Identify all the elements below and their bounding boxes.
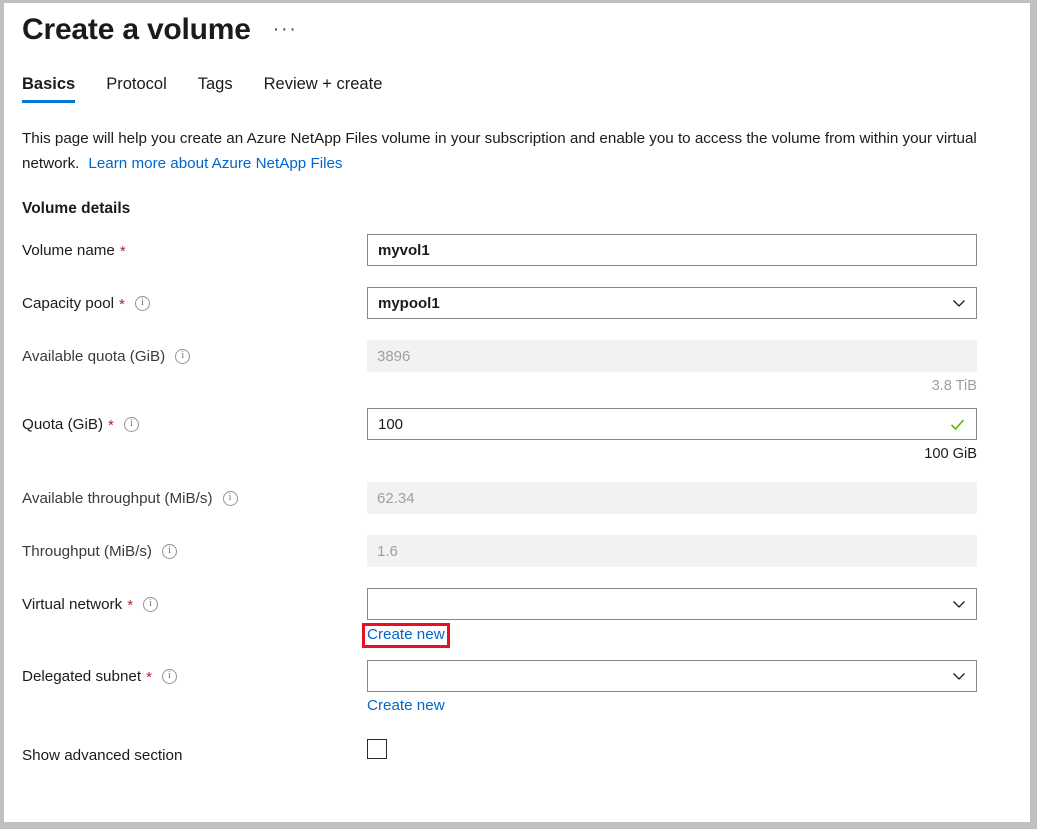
field-cell-virtual-network: Create new xyxy=(367,588,977,648)
field-row-available-quota: Available quota (GiB) i 3896 3.8 TiB xyxy=(22,340,1030,394)
field-cell-quota: 100 100 GiB xyxy=(367,408,977,462)
blade-header: Create a volume ··· xyxy=(22,3,1030,47)
info-glyph: i xyxy=(168,546,171,556)
field-cell-delegated-subnet: Create new xyxy=(367,660,977,715)
field-row-quota: Quota (GiB) * i 100 100 GiB xyxy=(22,408,1030,462)
field-row-available-throughput: Available throughput (MiB/s) i 62.34 xyxy=(22,482,1030,514)
label-text: Capacity pool xyxy=(22,295,114,312)
portal-window: Create a volume ··· Basics Protocol Tags… xyxy=(0,0,1037,829)
label-text: Throughput (MiB/s) xyxy=(22,543,152,560)
label-text: Delegated subnet xyxy=(22,668,141,685)
info-icon[interactable]: i xyxy=(175,349,190,364)
info-glyph: i xyxy=(181,351,184,361)
chevron-down-icon[interactable] xyxy=(952,597,966,611)
tab-review-create[interactable]: Review + create xyxy=(264,75,383,103)
required-asterisk: * xyxy=(127,598,133,613)
section-heading-volume-details: Volume details xyxy=(22,200,1030,218)
info-glyph: i xyxy=(141,298,144,308)
required-asterisk: * xyxy=(108,418,114,433)
check-icon xyxy=(949,416,966,433)
volume-details-form: Volume name * myvol1 Capacity pool * i m… xyxy=(22,234,1030,771)
field-cell-volume-name: myvol1 xyxy=(367,234,977,266)
required-asterisk: * xyxy=(146,670,152,685)
volume-name-value: myvol1 xyxy=(378,242,430,259)
field-row-volume-name: Volume name * myvol1 xyxy=(22,234,1030,266)
virtual-network-create-new-highlight: Create new xyxy=(362,623,450,648)
capacity-pool-dropdown[interactable]: mypool1 xyxy=(367,287,977,319)
label-virtual-network: Virtual network * i xyxy=(22,588,367,620)
virtual-network-dropdown[interactable] xyxy=(367,588,977,620)
tab-basics[interactable]: Basics xyxy=(22,75,75,103)
delegated-subnet-create-new-link[interactable]: Create new xyxy=(367,697,445,714)
field-row-delegated-subnet: Delegated subnet * i Create new xyxy=(22,660,1030,715)
info-glyph: i xyxy=(130,419,133,429)
quota-hint: 100 GiB xyxy=(367,446,977,462)
required-asterisk: * xyxy=(120,244,126,259)
available-quota-value: 3896 xyxy=(377,348,410,365)
info-glyph: i xyxy=(149,599,152,609)
chevron-down-icon[interactable] xyxy=(952,669,966,683)
label-capacity-pool: Capacity pool * i xyxy=(22,287,367,319)
available-throughput-value: 62.34 xyxy=(377,490,415,507)
field-cell-throughput: 1.6 xyxy=(367,535,977,567)
field-row-capacity-pool: Capacity pool * i mypool1 xyxy=(22,287,1030,319)
field-cell-available-quota: 3896 3.8 TiB xyxy=(367,340,977,394)
blade-description: This page will help you create an Azure … xyxy=(22,127,1002,176)
volume-name-input[interactable]: myvol1 xyxy=(367,234,977,266)
field-row-virtual-network: Virtual network * i Create new xyxy=(22,588,1030,648)
label-available-quota: Available quota (GiB) i xyxy=(22,340,367,372)
page-title: Create a volume xyxy=(22,13,251,47)
field-row-throughput: Throughput (MiB/s) i 1.6 xyxy=(22,535,1030,567)
show-advanced-checkbox[interactable] xyxy=(367,739,387,759)
learn-more-link[interactable]: Learn more about Azure NetApp Files xyxy=(88,155,342,172)
info-glyph: i xyxy=(229,493,232,503)
field-cell-capacity-pool: mypool1 xyxy=(367,287,977,319)
more-options-icon[interactable]: ··· xyxy=(273,20,298,39)
field-row-show-advanced: Show advanced section xyxy=(22,739,1030,771)
virtual-network-create-new-link[interactable]: Create new xyxy=(367,626,445,643)
label-text: Quota (GiB) xyxy=(22,416,103,433)
label-text: Available quota (GiB) xyxy=(22,348,165,365)
label-throughput: Throughput (MiB/s) i xyxy=(22,535,367,567)
info-icon[interactable]: i xyxy=(223,491,238,506)
available-quota-input: 3896 xyxy=(367,340,977,372)
tab-tags[interactable]: Tags xyxy=(198,75,233,103)
label-quota: Quota (GiB) * i xyxy=(22,408,367,440)
field-cell-show-advanced xyxy=(367,739,977,759)
label-text: Show advanced section xyxy=(22,747,182,764)
info-icon[interactable]: i xyxy=(124,417,139,432)
info-glyph: i xyxy=(168,671,171,681)
throughput-input: 1.6 xyxy=(367,535,977,567)
label-show-advanced: Show advanced section xyxy=(22,739,367,771)
throughput-value: 1.6 xyxy=(377,543,398,560)
label-volume-name: Volume name * xyxy=(22,234,367,266)
quota-value: 100 xyxy=(378,416,403,433)
capacity-pool-value: mypool1 xyxy=(378,295,440,312)
tab-protocol[interactable]: Protocol xyxy=(106,75,167,103)
field-cell-available-throughput: 62.34 xyxy=(367,482,977,514)
chevron-down-icon[interactable] xyxy=(952,296,966,310)
info-icon[interactable]: i xyxy=(162,669,177,684)
info-icon[interactable]: i xyxy=(143,597,158,612)
create-volume-blade: Create a volume ··· Basics Protocol Tags… xyxy=(4,3,1030,822)
info-icon[interactable]: i xyxy=(162,544,177,559)
required-asterisk: * xyxy=(119,297,125,312)
delegated-subnet-create-new: Create new xyxy=(367,697,445,714)
info-icon[interactable]: i xyxy=(135,296,150,311)
label-text: Virtual network xyxy=(22,596,122,613)
label-text: Available throughput (MiB/s) xyxy=(22,490,213,507)
delegated-subnet-dropdown[interactable] xyxy=(367,660,977,692)
label-available-throughput: Available throughput (MiB/s) i xyxy=(22,482,367,514)
quota-input[interactable]: 100 xyxy=(367,408,977,440)
available-quota-hint: 3.8 TiB xyxy=(367,378,977,394)
available-throughput-input: 62.34 xyxy=(367,482,977,514)
label-delegated-subnet: Delegated subnet * i xyxy=(22,660,367,692)
label-text: Volume name xyxy=(22,242,115,259)
tab-bar: Basics Protocol Tags Review + create xyxy=(22,75,1030,103)
